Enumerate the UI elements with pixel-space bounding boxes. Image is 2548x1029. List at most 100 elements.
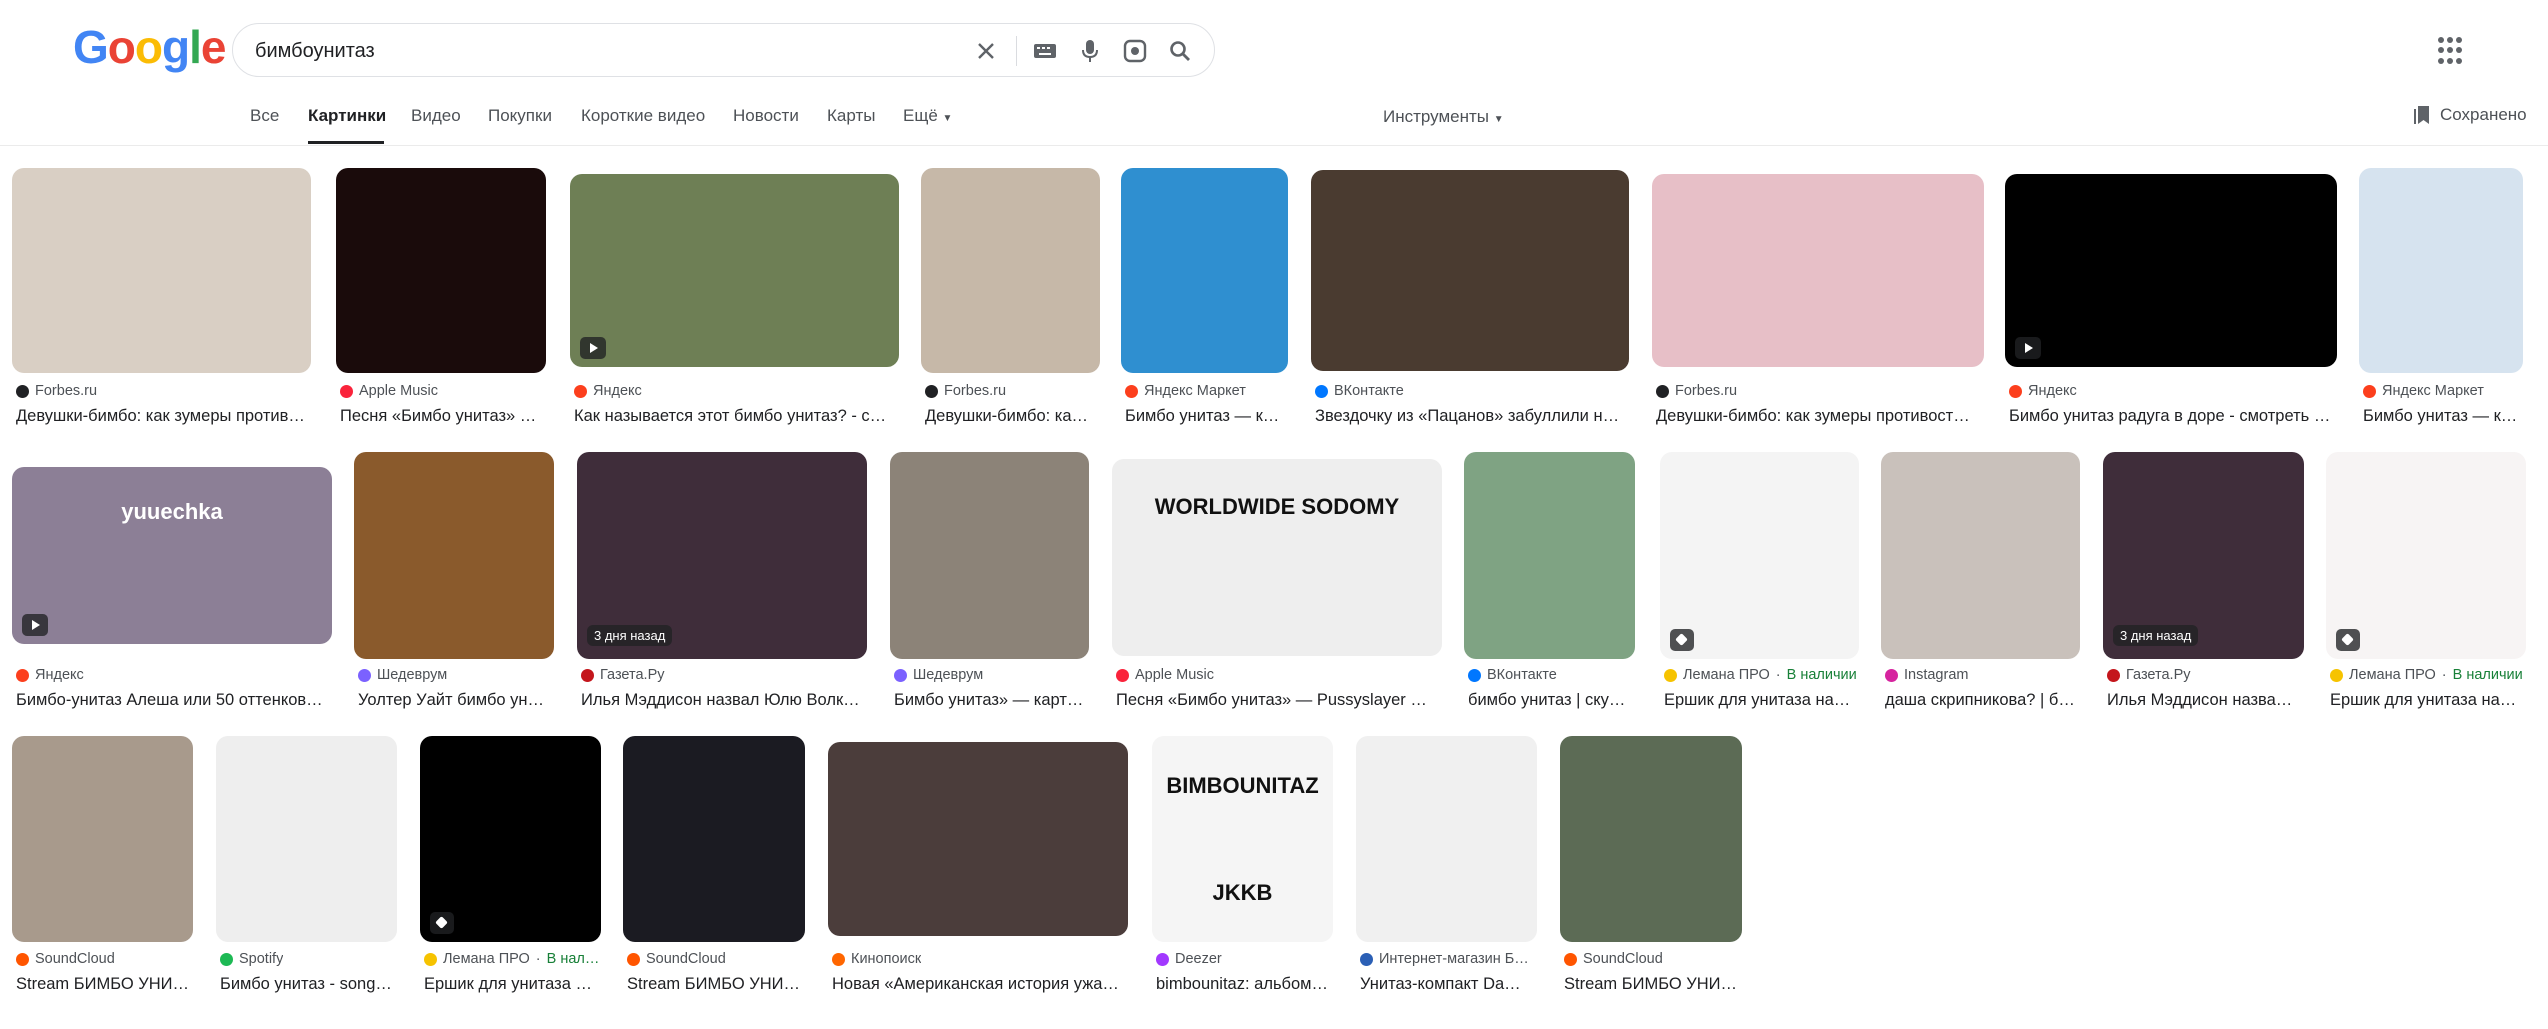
- result-thumbnail[interactable]: [420, 736, 601, 942]
- result-title[interactable]: Stream БИМБО УНИ…: [16, 975, 189, 994]
- result-source[interactable]: Яндекс Маркет: [1125, 383, 1246, 399]
- result-title[interactable]: Бимбо унитаз — к…: [2363, 407, 2517, 426]
- clear-icon[interactable]: [971, 36, 1001, 66]
- search-icon[interactable]: [1165, 36, 1195, 66]
- result-title[interactable]: бимбо унитаз | ску…: [1468, 691, 1625, 710]
- result-thumbnail[interactable]: [1464, 452, 1635, 659]
- tab-news[interactable]: Новости: [733, 106, 799, 126]
- result-title[interactable]: Унитаз-компакт Da…: [1360, 975, 1521, 994]
- result-title[interactable]: Ершик для унитаза на…: [1664, 691, 1850, 710]
- result-source[interactable]: Spotify: [220, 951, 283, 967]
- tab-maps[interactable]: Карты: [827, 106, 875, 126]
- result-title[interactable]: Илья Мэддисон назвал Юлю Волк…: [581, 691, 860, 710]
- result-thumbnail[interactable]: [1311, 170, 1629, 371]
- result-source[interactable]: Apple Music: [1116, 667, 1214, 683]
- result-title[interactable]: Бимбо-унитаз Алеша или 50 оттенков…: [16, 691, 323, 710]
- result-source[interactable]: ВКонтакте: [1315, 383, 1404, 399]
- result-thumbnail[interactable]: [216, 736, 397, 942]
- result-title[interactable]: Stream БИМБО УНИ…: [1564, 975, 1737, 994]
- result-source[interactable]: Forbes.ru: [16, 383, 97, 399]
- result-title[interactable]: Песня «Бимбо унитаз» …: [340, 407, 536, 426]
- result-title[interactable]: Песня «Бимбо унитаз» — Pussyslayer …: [1116, 691, 1427, 710]
- result-title[interactable]: Девушки-бимбо: ка…: [925, 407, 1088, 426]
- result-thumbnail[interactable]: [2005, 174, 2337, 367]
- result-thumbnail[interactable]: 3 дня назад: [577, 452, 867, 659]
- result-source[interactable]: SoundCloud: [1564, 951, 1663, 967]
- result-thumbnail[interactable]: [12, 736, 193, 942]
- result-source[interactable]: SoundCloud: [627, 951, 726, 967]
- result-source[interactable]: Интернет-магазин Б…: [1360, 951, 1529, 967]
- result-title[interactable]: Бимбо унитаз — к…: [1125, 407, 1279, 426]
- result-source[interactable]: Лемана ПРО · В нал…: [424, 951, 599, 967]
- result-thumbnail[interactable]: [336, 168, 546, 373]
- result-thumbnail[interactable]: [1356, 736, 1537, 942]
- result-title[interactable]: Уолтер Уайт бимбо ун…: [358, 691, 544, 710]
- result-source[interactable]: Яндекс Маркет: [2363, 383, 2484, 399]
- result-source[interactable]: Лемана ПРО · В наличии: [1664, 667, 1857, 683]
- result-thumbnail[interactable]: [570, 174, 899, 367]
- keyboard-icon[interactable]: [1030, 36, 1060, 66]
- tab-images[interactable]: Картинки: [308, 106, 386, 126]
- result-title[interactable]: bimbounitaz: альбом…: [1156, 975, 1328, 994]
- apps-grid-icon[interactable]: [2438, 37, 2466, 65]
- result-thumbnail[interactable]: yuuechka: [12, 467, 332, 644]
- result-thumbnail[interactable]: [921, 168, 1100, 373]
- result-title[interactable]: Ершик для унитаза на…: [2330, 691, 2516, 710]
- result-thumbnail[interactable]: [828, 742, 1128, 936]
- result-title[interactable]: Девушки-бимбо: как зумеры противост…: [1656, 407, 1970, 426]
- result-thumbnail[interactable]: WORLDWIDE SODOMY: [1112, 459, 1442, 656]
- result-thumbnail[interactable]: BIMBOUNITAZ JKKB: [1152, 736, 1333, 942]
- result-source[interactable]: Forbes.ru: [1656, 383, 1737, 399]
- result-source[interactable]: Газета.Ру: [2107, 667, 2191, 683]
- tab-shopping[interactable]: Покупки: [488, 106, 552, 126]
- google-logo[interactable]: Google: [73, 24, 226, 70]
- result-title[interactable]: Новая «Американская история ужа…: [832, 975, 1119, 994]
- result-source[interactable]: Кинопоиск: [832, 951, 921, 967]
- result-source[interactable]: Шедеврум: [894, 667, 983, 683]
- result-thumbnail[interactable]: [1881, 452, 2080, 659]
- tab-video[interactable]: Видео: [411, 106, 461, 126]
- result-source[interactable]: Яндекс: [2009, 383, 2077, 399]
- result-thumbnail[interactable]: [1121, 168, 1288, 373]
- result-title[interactable]: Бимбо унитаз радуга в доре - смотреть …: [2009, 407, 2330, 426]
- result-thumbnail[interactable]: [1652, 174, 1984, 367]
- result-source[interactable]: Газета.Ру: [581, 667, 665, 683]
- result-source[interactable]: Instagram: [1885, 667, 1968, 683]
- lens-icon[interactable]: [1120, 36, 1150, 66]
- result-thumbnail[interactable]: [890, 452, 1089, 659]
- result-title[interactable]: Илья Мэддисон назва…: [2107, 691, 2292, 710]
- result-source[interactable]: ВКонтакте: [1468, 667, 1557, 683]
- result-thumbnail[interactable]: [12, 168, 311, 373]
- tab-all[interactable]: Все: [250, 106, 279, 126]
- result-source[interactable]: Яндекс: [574, 383, 642, 399]
- result-thumbnail[interactable]: [1560, 736, 1742, 942]
- search-box[interactable]: бимбоунитаз: [232, 23, 1215, 77]
- result-thumbnail[interactable]: [1660, 452, 1859, 659]
- microphone-icon[interactable]: [1075, 36, 1105, 66]
- result-title[interactable]: Девушки-бимбо: как зумеры против…: [16, 407, 305, 426]
- tools-button[interactable]: Инструменты ▼: [1383, 107, 1504, 127]
- saved-button[interactable]: Сохранено: [2414, 105, 2527, 125]
- result-thumbnail[interactable]: [354, 452, 554, 659]
- result-thumbnail[interactable]: [2359, 168, 2523, 373]
- tab-short-videos[interactable]: Короткие видео: [581, 106, 705, 126]
- result-thumbnail[interactable]: [623, 736, 805, 942]
- result-title[interactable]: Бимбо унитаз - song…: [220, 975, 392, 994]
- result-source[interactable]: SoundCloud: [16, 951, 115, 967]
- result-source[interactable]: Лемана ПРО · В наличии: [2330, 667, 2523, 683]
- result-source[interactable]: Яндекс: [16, 667, 84, 683]
- result-title[interactable]: Как называется этот бимбо унитаз? - с…: [574, 407, 886, 426]
- search-input[interactable]: бимбоунитаз: [255, 40, 375, 63]
- result-title[interactable]: Бимбо унитаз» — карт…: [894, 691, 1083, 710]
- result-thumbnail[interactable]: [2326, 452, 2526, 659]
- result-title[interactable]: Ершик для унитаза …: [424, 975, 592, 994]
- result-source[interactable]: Apple Music: [340, 383, 438, 399]
- result-thumbnail[interactable]: 3 дня назад: [2103, 452, 2304, 659]
- result-title[interactable]: Stream БИМБО УНИ…: [627, 975, 800, 994]
- result-title[interactable]: Звездочку из «Пацанов» забуллили н…: [1315, 407, 1619, 426]
- result-title[interactable]: даша скрипникова? | б…: [1885, 691, 2075, 710]
- result-source[interactable]: Deezer: [1156, 951, 1222, 967]
- tab-more[interactable]: Ещё ▼: [903, 106, 952, 126]
- result-source[interactable]: Forbes.ru: [925, 383, 1006, 399]
- result-source[interactable]: Шедеврум: [358, 667, 447, 683]
